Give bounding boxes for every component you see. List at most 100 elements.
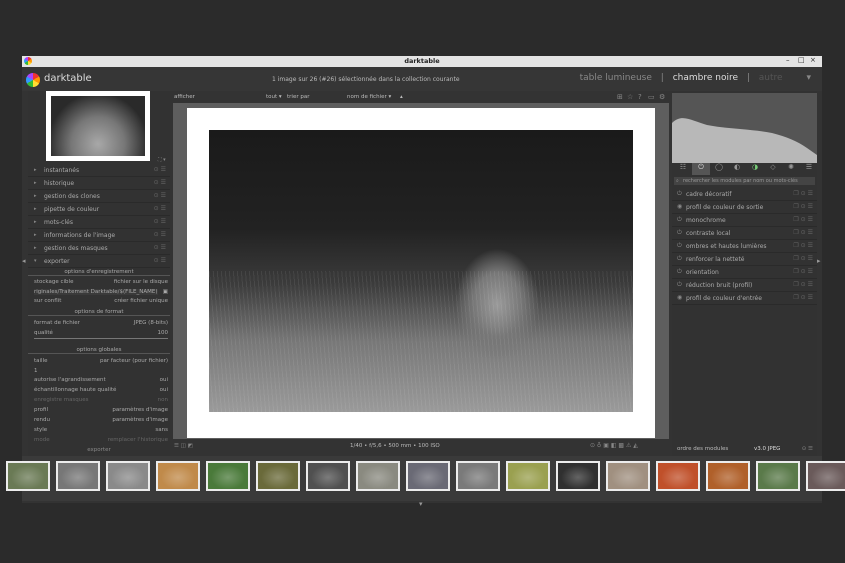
- format-dropdown[interactable]: format de fichier JPEG (8-bits): [34, 319, 168, 328]
- tab-color[interactable]: ◑: [746, 163, 764, 175]
- module-denoise-profiled[interactable]: ⏻ réduction bruit (profil) ❐ ⊙ ☰: [672, 279, 817, 292]
- power-icon[interactable]: ⏻: [677, 255, 682, 263]
- filmstrip[interactable]: [6, 456, 845, 501]
- module-actions-icons[interactable]: ❐ ⊙ ☰: [793, 294, 813, 301]
- filmstrip-thumbnail[interactable]: [556, 461, 600, 491]
- module-reset-icon[interactable]: ⊙ ☰: [154, 179, 166, 186]
- filmstrip-thumbnail[interactable]: [806, 461, 845, 491]
- export-button[interactable]: exporter: [28, 447, 170, 453]
- power-icon[interactable]: ⏻: [677, 229, 682, 237]
- power-icon[interactable]: ⏻: [677, 268, 682, 276]
- filmstrip-thumbnail[interactable]: [356, 461, 400, 491]
- module-reset-icon[interactable]: ⊙ ☰: [154, 218, 166, 225]
- high-quality-dropdown[interactable]: échantillonnage haute qualité oui: [34, 386, 168, 395]
- view-lighttable[interactable]: table lumineuse: [580, 73, 652, 83]
- module-actions-icons[interactable]: ❐ ⊙ ☰: [793, 216, 813, 223]
- module-reset-icon[interactable]: ⊙ ☰: [154, 244, 166, 251]
- filmstrip-thumbnail[interactable]: [606, 461, 650, 491]
- view-darkroom[interactable]: chambre noire: [673, 73, 738, 83]
- help-icon[interactable]: ?: [638, 93, 642, 101]
- histogram[interactable]: [672, 93, 817, 163]
- conflict-dropdown[interactable]: sur conflit créer fichier unique: [34, 297, 168, 306]
- filmstrip-thumbnail[interactable]: [106, 461, 150, 491]
- close-button[interactable]: ×: [810, 56, 816, 64]
- module-reset-icon[interactable]: ⊙ ☰: [154, 166, 166, 173]
- navigation-preview[interactable]: [46, 91, 150, 161]
- sort-dropdown[interactable]: nom de fichier ▾: [347, 94, 391, 100]
- tab-effect[interactable]: ✺: [782, 163, 800, 175]
- export-path-input[interactable]: riginales/Traitement Darktable/$(FILE_NA…: [34, 289, 158, 295]
- filmstrip-thumbnail[interactable]: [156, 461, 200, 491]
- maximize-button[interactable]: □: [798, 56, 805, 64]
- view-other[interactable]: autre: [759, 73, 783, 83]
- module-history[interactable]: ▸ historique ⊙ ☰: [28, 177, 170, 190]
- store-masks-dropdown[interactable]: enregistre masques non: [34, 396, 168, 405]
- filmstrip-thumbnail[interactable]: [206, 461, 250, 491]
- module-monochrome[interactable]: ⏻ monochrome ❐ ⊙ ☰: [672, 214, 817, 227]
- tab-base[interactable]: ◯: [710, 163, 728, 175]
- module-order-reset-icon[interactable]: ⊙ ☰: [802, 446, 813, 452]
- module-actions-icons[interactable]: ❐ ⊙ ☰: [793, 281, 813, 288]
- image-canvas[interactable]: [173, 103, 669, 439]
- filmstrip-thumbnail[interactable]: [706, 461, 750, 491]
- module-actions-icons[interactable]: ❐ ⊙ ☰: [793, 242, 813, 249]
- module-actions-icons[interactable]: ❐ ⊙ ☰: [793, 203, 813, 210]
- module-actions-icons[interactable]: ❐ ⊙ ☰: [793, 268, 813, 275]
- tab-correct[interactable]: ◇: [764, 163, 782, 175]
- module-duplicate-manager[interactable]: ▸ gestion des clones ⊙ ☰: [28, 190, 170, 203]
- filmstrip-thumbnail[interactable]: [506, 461, 550, 491]
- module-actions-icons[interactable]: ❐ ⊙ ☰: [793, 190, 813, 197]
- module-actions-icons[interactable]: ❐ ⊙ ☰: [793, 229, 813, 236]
- module-reset-icon[interactable]: ⊙ ☰: [154, 231, 166, 238]
- module-order-value[interactable]: v3.0 JPEG: [754, 446, 780, 452]
- view-dropdown-icon[interactable]: ▾: [806, 73, 811, 83]
- filmstrip-thumbnail[interactable]: [306, 461, 350, 491]
- module-framing[interactable]: ⏻ cadre décoratif ❐ ⊙ ☰: [672, 188, 817, 201]
- upscale-dropdown[interactable]: autorise l'agrandissement oui: [34, 376, 168, 385]
- filmstrip-thumbnail[interactable]: [256, 461, 300, 491]
- module-search-input[interactable]: ⌕ rechercher les modules par nom ou mots…: [674, 177, 815, 185]
- module-tagging[interactable]: ▸ mots-clés ⊙ ☰: [28, 216, 170, 229]
- power-icon[interactable]: ⏻: [677, 242, 682, 250]
- profile-dropdown[interactable]: profil paramètres d'image: [34, 406, 168, 415]
- filmstrip-thumbnail[interactable]: [456, 461, 500, 491]
- module-orientation[interactable]: ⏻ orientation ❐ ⊙ ☰: [672, 266, 817, 279]
- power-icon[interactable]: ◉: [677, 203, 682, 210]
- style-dropdown[interactable]: style sans: [34, 426, 168, 435]
- power-icon[interactable]: ⏻: [677, 281, 682, 289]
- module-reset-icon[interactable]: ⊙ ☰: [154, 192, 166, 199]
- minimize-button[interactable]: –: [786, 56, 790, 64]
- mode-dropdown[interactable]: mode remplacer l'historique: [34, 436, 168, 445]
- filmstrip-thumbnail[interactable]: [56, 461, 100, 491]
- filmstrip-thumbnail[interactable]: [6, 461, 50, 491]
- size-factor-input[interactable]: 1: [34, 368, 38, 374]
- grouping-icon[interactable]: ⊞: [617, 93, 623, 101]
- module-local-contrast[interactable]: ⏻ contraste local ❐ ⊙ ☰: [672, 227, 817, 240]
- filter-dropdown[interactable]: tout ▾: [266, 94, 282, 100]
- view-tools-icons[interactable]: ⊙ ♁ ▣ ◧ ▩ ⚠ ◭: [590, 442, 638, 449]
- star-icon[interactable]: ☆: [627, 93, 633, 101]
- module-output-color-profile[interactable]: ◉ profil de couleur de sortie ❐ ⊙ ☰: [672, 201, 817, 214]
- quick-access-icons[interactable]: ☰ ◫ ◩: [174, 443, 193, 449]
- sort-direction-icon[interactable]: ▴: [400, 94, 403, 100]
- quality-slider[interactable]: qualité 100: [34, 329, 168, 339]
- storage-dropdown[interactable]: stockage cible fichier sur le disque: [34, 278, 168, 287]
- module-sharpen[interactable]: ⏻ renforcer la netteté ❐ ⊙ ☰: [672, 253, 817, 266]
- filmstrip-thumbnail[interactable]: [406, 461, 450, 491]
- tab-tone[interactable]: ◐: [728, 163, 746, 175]
- intent-dropdown[interactable]: rendu paramètres d'image: [34, 416, 168, 425]
- power-icon[interactable]: ◉: [677, 294, 682, 301]
- folder-icon[interactable]: ▣: [163, 289, 168, 295]
- size-dropdown[interactable]: taille par facteur (pour fichier): [34, 357, 168, 366]
- module-snapshots[interactable]: ▸ instantanés ⊙ ☰: [28, 164, 170, 177]
- power-icon[interactable]: ⏻: [677, 216, 682, 224]
- module-export[interactable]: ▾ exporter ⊙ ☰: [28, 255, 170, 268]
- filmstrip-thumbnail[interactable]: [756, 461, 800, 491]
- power-icon[interactable]: ⏻: [677, 190, 682, 198]
- module-image-information[interactable]: ▸ informations de l'image ⊙ ☰: [28, 229, 170, 242]
- module-color-picker[interactable]: ▸ pipette de couleur ⊙ ☰: [28, 203, 170, 216]
- tab-presets[interactable]: ☰: [800, 163, 818, 175]
- monitor-icon[interactable]: ▭: [648, 93, 655, 101]
- module-reset-icon[interactable]: ⊙ ☰: [154, 257, 166, 264]
- tab-quick-access[interactable]: ☷: [674, 163, 692, 175]
